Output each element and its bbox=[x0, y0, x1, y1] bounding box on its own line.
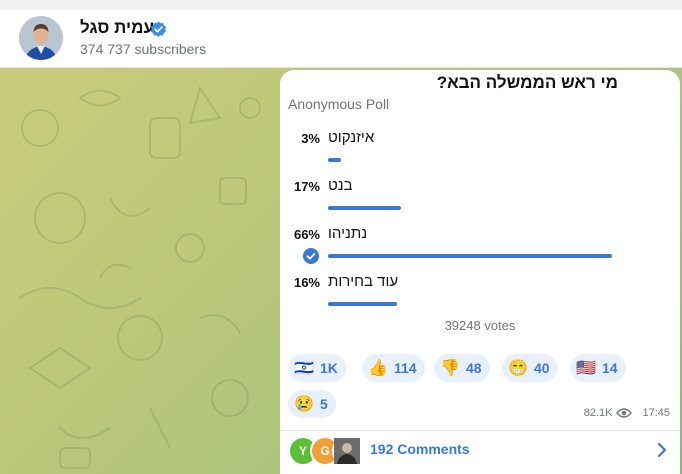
reaction-count: 14 bbox=[602, 360, 618, 376]
person-photo-icon bbox=[334, 438, 360, 464]
channel-avatar[interactable] bbox=[19, 16, 63, 60]
verified-badge-icon bbox=[150, 21, 167, 37]
reaction-count: 48 bbox=[466, 360, 482, 376]
view-count: 82.1K bbox=[583, 407, 613, 419]
chevron-right-icon[interactable] bbox=[656, 442, 668, 458]
person-photo-icon bbox=[19, 16, 63, 60]
vote-count: 39248 votes bbox=[444, 318, 516, 333]
poll-option-label: נתניהו bbox=[328, 225, 368, 242]
reaction-count: 1K bbox=[320, 360, 338, 376]
crying-face-icon: 😢 bbox=[294, 396, 314, 413]
thumbs-down-icon: 👎 bbox=[440, 360, 460, 377]
reaction-count: 114 bbox=[394, 360, 417, 376]
chosen-check-icon bbox=[303, 248, 319, 264]
eye-icon bbox=[616, 408, 633, 418]
grinning-face-icon: 😁 bbox=[508, 360, 528, 377]
subscriber-count: 374 737 subscribers bbox=[80, 41, 207, 57]
reaction-count: 5 bbox=[320, 396, 328, 412]
poll-option-percent: 16% bbox=[293, 275, 320, 290]
poll-option-bar bbox=[328, 158, 341, 162]
poll-option-percent: 3% bbox=[301, 131, 320, 146]
message-time: 17:45 bbox=[642, 407, 670, 419]
reaction-pill[interactable]: 🇮🇱 1K bbox=[288, 354, 346, 382]
poll-option-label: בנט bbox=[328, 177, 353, 194]
poll-message-bubble: מי ראש הממשלה הבא? Anonymous Poll 3% איז… bbox=[280, 70, 680, 474]
reaction-pill[interactable]: 👎 48 bbox=[434, 354, 490, 382]
reaction-pill[interactable]: 😢 5 bbox=[288, 390, 336, 418]
poll-option-percent: 66% bbox=[293, 227, 320, 242]
thumbs-up-icon: 👍 bbox=[368, 360, 388, 377]
poll-option-bar bbox=[328, 302, 397, 306]
channel-header[interactable]: עמית סגל 374 737 subscribers bbox=[0, 10, 682, 68]
reaction-pill[interactable]: 😁 40 bbox=[502, 354, 558, 382]
channel-title: עמית סגל bbox=[80, 18, 154, 37]
poll-type-label: Anonymous Poll bbox=[288, 96, 390, 112]
us-flag-icon: 🇺🇸 bbox=[576, 360, 596, 377]
commenter-avatar bbox=[332, 436, 362, 466]
comments-link[interactable]: 192 Comments bbox=[370, 441, 470, 457]
poll-option-bar bbox=[328, 206, 401, 210]
israel-flag-icon: 🇮🇱 bbox=[294, 360, 314, 377]
window-top-strip bbox=[0, 0, 682, 10]
poll-option-label: איזנקוט bbox=[328, 129, 375, 146]
poll-question: מי ראש הממשלה הבא? bbox=[436, 73, 618, 92]
poll-option-percent: 17% bbox=[293, 179, 320, 194]
reaction-pill[interactable]: 👍 114 bbox=[362, 354, 425, 382]
comments-divider bbox=[280, 430, 680, 431]
reaction-count: 40 bbox=[534, 360, 550, 376]
reaction-pill[interactable]: 🇺🇸 14 bbox=[570, 354, 626, 382]
poll-option-label: עוד בחירות bbox=[328, 273, 399, 290]
message-meta: 82.1K 17:45 bbox=[584, 407, 670, 419]
poll-option-bar bbox=[328, 254, 612, 258]
